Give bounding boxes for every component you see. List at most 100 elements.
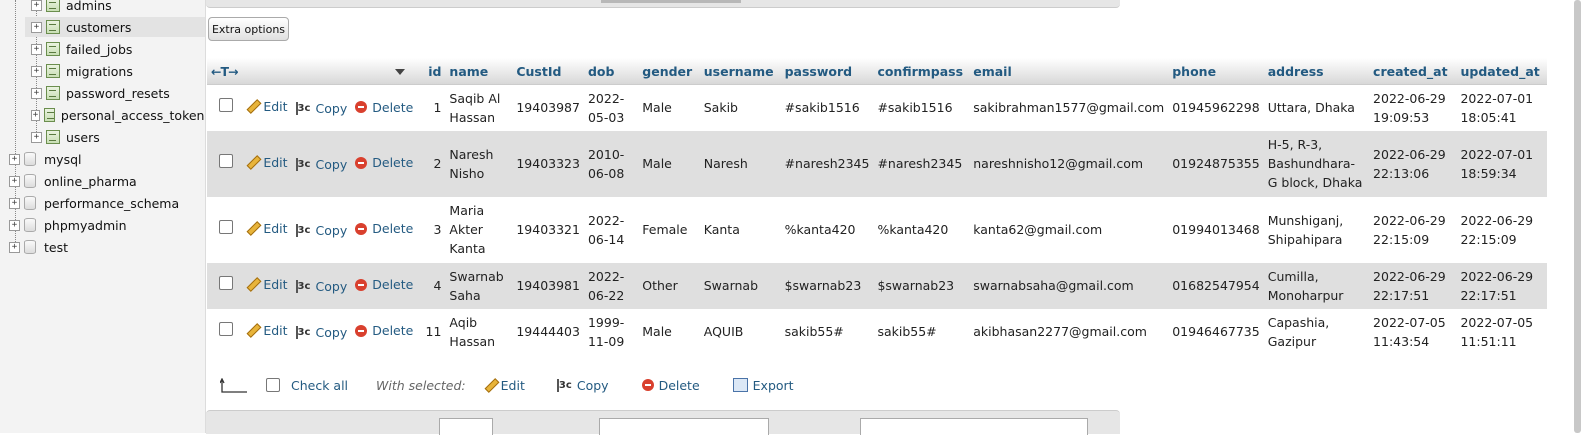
expand-icon[interactable]: + — [31, 131, 42, 143]
column-reorder-arrows[interactable]: ←T→ — [211, 64, 239, 79]
nav-table-migrations[interactable]: + migrations — [25, 61, 205, 81]
expand-icon[interactable]: + — [31, 21, 42, 33]
row-checkbox[interactable] — [219, 154, 233, 168]
row-delete-button[interactable]: Delete — [355, 321, 413, 340]
nav-database-label: test — [44, 239, 69, 255]
nav-database-mysql[interactable]: + mysql — [9, 149, 82, 169]
row-delete-button[interactable]: Delete — [355, 275, 413, 294]
cell-custid: 19444403 — [512, 308, 584, 355]
bulk-copy-button[interactable]: 3c Copy — [556, 378, 609, 393]
top-panel-scroll-thumb[interactable] — [601, 0, 741, 3]
row-edit-button[interactable]: Edit — [246, 153, 287, 172]
delete-icon — [355, 101, 368, 113]
nav-database-test[interactable]: + test — [9, 237, 68, 257]
sort-indicator-icon — [395, 64, 413, 79]
nav-table-admins[interactable]: + admins — [25, 0, 205, 15]
nav-database-label: phpmyadmin — [44, 217, 127, 233]
cell-gender: Other — [638, 262, 700, 309]
bulk-export-button[interactable]: Export — [732, 378, 794, 393]
bulk-edit-button[interactable]: Edit — [484, 378, 525, 393]
filter-rows-input[interactable] — [599, 418, 769, 435]
row-copy-button[interactable]: 3c Copy — [295, 155, 347, 174]
row-edit-cell: Edit — [242, 84, 292, 131]
extra-options-button[interactable]: Extra options — [208, 17, 289, 41]
bulk-delete-button[interactable]: Delete — [641, 378, 700, 393]
cell-address: Munshiganj, Shipahipara — [1263, 196, 1370, 263]
cell-id: 11 — [417, 308, 446, 355]
row-edit-label: Edit — [263, 99, 288, 115]
rows-per-page-select[interactable] — [439, 418, 493, 435]
nav-table-personal_access_tokens[interactable]: + personal_access_tokens — [25, 105, 205, 125]
delete-icon — [355, 156, 368, 169]
vertical-scrollbar[interactable] — [1567, 0, 1589, 433]
bulk-actions-bar: Check all With selected: Edit 3c Copy Del… — [215, 375, 794, 395]
row-delete-button[interactable]: Delete — [355, 98, 413, 117]
column-header-gender[interactable]: gender — [638, 58, 700, 85]
bulk-edit-label: Edit — [500, 377, 525, 393]
row-checkbox[interactable] — [219, 322, 233, 336]
row-copy-button[interactable]: 3c Copy — [295, 323, 347, 342]
expand-icon[interactable]: + — [9, 153, 20, 165]
row-checkbox[interactable] — [219, 98, 233, 113]
row-edit-button[interactable]: Edit — [246, 275, 287, 294]
row-copy-button[interactable]: 3c Copy — [295, 277, 348, 296]
nav-table-users[interactable]: + users — [25, 127, 205, 147]
cell-email: swarnabsaha@gmail.com — [969, 262, 1169, 309]
column-header-phone[interactable]: phone — [1168, 58, 1264, 85]
expand-icon[interactable]: + — [9, 197, 20, 209]
expand-icon[interactable]: + — [31, 87, 42, 99]
nav-database-performance_schema[interactable]: + performance_schema — [9, 193, 179, 213]
column-header-confirmpass[interactable]: confirmpass — [873, 58, 970, 85]
check-all-link[interactable]: Check all — [291, 378, 348, 393]
table-row: Edit 3c Copy Delete 3 Maria Akter Kanta 194033… — [207, 196, 1547, 263]
column-header-id[interactable]: id — [417, 58, 446, 85]
row-checkbox[interactable] — [219, 276, 233, 290]
nav-table-label: failed_jobs — [66, 41, 133, 57]
pencil-icon — [246, 100, 259, 113]
expand-icon[interactable]: + — [31, 43, 42, 55]
expand-icon[interactable]: + — [9, 241, 20, 253]
nav-table-password_resets[interactable]: + password_resets — [25, 83, 205, 103]
column-header-created_at[interactable]: created_at — [1369, 58, 1457, 85]
row-copy-button[interactable]: 3c Copy — [295, 221, 348, 240]
expand-icon[interactable]: + — [31, 0, 42, 11]
row-copy-label: Copy — [315, 279, 348, 294]
column-header-username[interactable]: username — [699, 58, 781, 85]
cell-updated_at: 2022-07-01 18:59:34 — [1456, 130, 1547, 197]
column-header-address[interactable]: address — [1263, 58, 1370, 85]
expand-icon[interactable]: + — [31, 109, 40, 121]
column-header-dob[interactable]: dob — [583, 58, 639, 85]
check-all-checkbox[interactable] — [266, 378, 280, 392]
delete-icon — [641, 379, 654, 391]
row-copy-button[interactable]: 3c Copy — [295, 99, 347, 118]
scrollbar-thumb[interactable] — [1574, 0, 1581, 433]
row-delete-button[interactable]: Delete — [355, 219, 413, 238]
cell-email: akibhasan2277@gmail.com — [969, 308, 1169, 355]
row-edit-button[interactable]: Edit — [246, 219, 287, 238]
sort-by-key-select[interactable] — [860, 418, 1088, 435]
nav-database-phpmyadmin[interactable]: + phpmyadmin — [9, 215, 127, 235]
row-delete-button[interactable]: Delete — [355, 153, 413, 172]
column-header-name[interactable]: name — [445, 58, 513, 85]
cell-gender: Male — [638, 308, 700, 355]
row-edit-cell: Edit — [242, 308, 292, 355]
expand-icon[interactable]: + — [9, 175, 20, 187]
pencil-icon — [246, 222, 259, 235]
column-header-email[interactable]: email — [969, 58, 1169, 85]
column-header-custid[interactable]: CustId — [512, 58, 584, 85]
database-icon — [24, 174, 36, 188]
column-header-password[interactable]: password — [780, 58, 874, 85]
row-copy-label: Copy — [315, 223, 348, 238]
nav-table-customers[interactable]: + customers — [25, 17, 205, 37]
row-copy-cell: 3c Copy — [291, 262, 352, 309]
row-edit-button[interactable]: Edit — [246, 97, 287, 116]
nav-table-failed_jobs[interactable]: + failed_jobs — [25, 39, 205, 59]
nav-database-online_pharma[interactable]: + online_pharma — [9, 171, 137, 191]
row-checkbox[interactable] — [219, 220, 233, 234]
expand-icon[interactable]: + — [9, 219, 20, 231]
expand-icon[interactable]: + — [31, 65, 42, 77]
cell-updated_at: 2022-07-01 18:05:41 — [1456, 84, 1547, 131]
row-edit-button[interactable]: Edit — [246, 321, 287, 340]
column-header-updated_at[interactable]: updated_at — [1456, 58, 1547, 85]
copy-icon: 3c — [295, 280, 311, 293]
